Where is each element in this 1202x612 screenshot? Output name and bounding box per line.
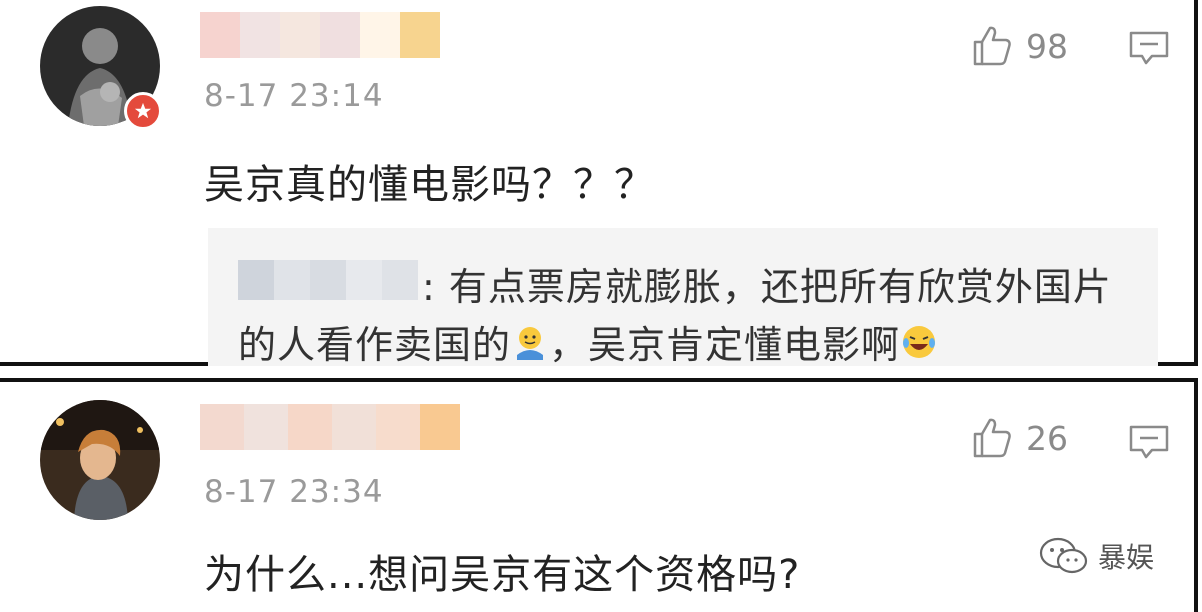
reply-line-2: 的人看作卖国的 ，吴京肯定懂电影啊 [238,314,938,369]
watermark-label: 暴娱 [1097,541,1154,574]
comment-card-1: 8-17 23:14 98 吴京真的懂电影吗？？？ : 有点票房就膨胀，还把所有… [0,0,1198,369]
laughing-tears-emoji-icon [903,325,936,358]
username-blurred[interactable] [200,404,460,450]
comment-reply-icon[interactable] [1128,30,1170,66]
comment-text: 为什么...想问吴京有这个资格吗? [204,552,801,598]
like-count: 98 [1026,26,1068,66]
like-button[interactable]: 26 [970,416,1068,460]
avatar[interactable] [40,400,160,520]
thumbs-up-icon [973,26,1011,66]
reply-box[interactable]: : 有点票房就膨胀，还把所有欣赏外国片 的人看作卖国的 ，吴京肯定懂电影啊 [208,228,1158,369]
verified-badge-icon [124,92,162,130]
comment-timestamp: 8-17 23:14 [204,78,384,114]
comment-text: 吴京真的懂电影吗？？？ [204,162,655,208]
thumbs-up-icon [973,418,1011,458]
reply-username-blurred[interactable] [238,260,418,300]
like-button[interactable]: 98 [970,24,1068,68]
comment-card-2: 8-17 23:34 26 为什么...想问吴京有这个资格吗? 暴娱 [0,378,1198,612]
username-blurred[interactable] [200,12,440,58]
watermark: 暴娱 [1038,536,1154,576]
like-count: 26 [1026,418,1068,458]
reply-line-1: : 有点票房就膨胀，还把所有欣赏外国片 [422,265,1112,309]
wechat-icon [1039,537,1088,574]
reply-text-part-1: 的人看作卖国的 [238,323,512,367]
reply-text-part-2: ，吴京肯定懂电影啊 [549,323,901,367]
card-separator [0,366,1202,378]
comment-timestamp: 8-17 23:34 [204,474,384,510]
shrug-emoji-icon [517,326,544,360]
comment-reply-icon[interactable] [1128,424,1170,460]
